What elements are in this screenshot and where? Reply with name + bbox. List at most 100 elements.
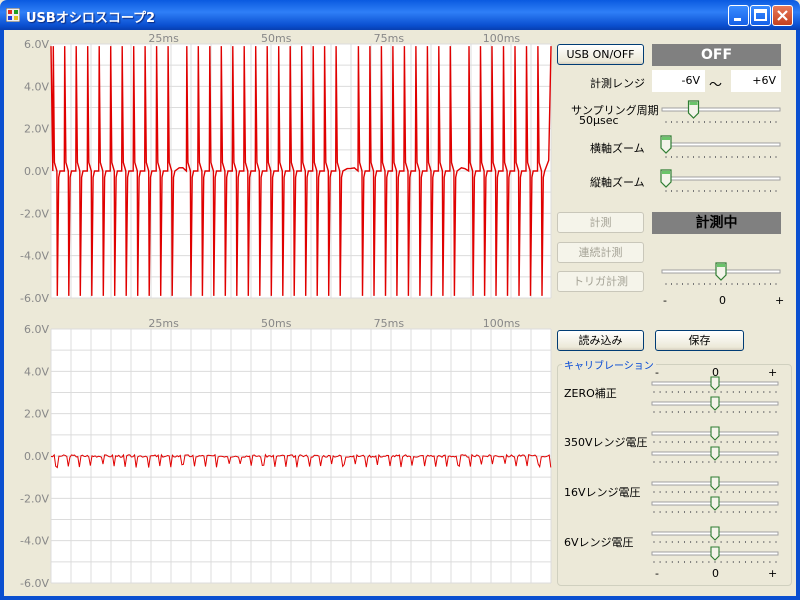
waveform-chart-top[interactable]: 6.0V 4.0V 2.0V 0.0V -2.0V -4.0V -6.0V 25ms 50ms 7…	[4, 31, 552, 307]
slider-track	[661, 176, 781, 181]
y-tick-label: -4.0V	[20, 535, 49, 548]
slider-thumb[interactable]	[710, 376, 720, 391]
measure-status-display: 計測中	[652, 212, 781, 234]
cal-label-zero: ZERO補正	[564, 387, 617, 400]
minimize-icon	[734, 18, 741, 21]
x-tick-label: 100ms	[483, 32, 521, 45]
y-tick-label: -2.0V	[20, 207, 49, 220]
y-tick-label: 6.0V	[24, 323, 49, 336]
calibration-slider[interactable]	[650, 396, 780, 418]
y-tick-label: -2.0V	[20, 492, 49, 505]
x-tick-label: 50ms	[261, 317, 292, 330]
y-tick-label: -6.0V	[20, 292, 49, 305]
slider-graphic	[651, 426, 779, 443]
slider-track	[661, 107, 781, 112]
trigger-zero-label: 0	[719, 294, 726, 307]
x-tick-label: 75ms	[374, 317, 405, 330]
slider-thumb-highlight	[662, 171, 670, 174]
x-tick-label: 50ms	[261, 32, 292, 45]
slider-graphic	[661, 100, 781, 123]
range-label: 計測レンジ	[590, 77, 645, 90]
y-tick-label: 4.0V	[24, 80, 49, 93]
window-frame-right	[796, 30, 800, 600]
x-tick-label: 25ms	[148, 317, 179, 330]
window-title: USBオシロスコープ2	[26, 11, 156, 26]
slider-thumb[interactable]	[710, 496, 720, 511]
maximize-button[interactable]	[750, 5, 771, 26]
calibration-slider[interactable]	[650, 546, 780, 568]
calibration-slider[interactable]	[650, 376, 780, 398]
slider-graphic	[651, 476, 779, 493]
sampling-value: 50μsec	[579, 114, 619, 127]
usb-on-off-button[interactable]: USB ON/OFF	[557, 44, 644, 65]
cal-zero-bottom: 0	[712, 567, 719, 580]
trigger-minus-label: -	[663, 294, 667, 307]
trigger-level-slider[interactable]	[660, 262, 782, 292]
trigger-plus-label: +	[775, 294, 785, 307]
minimize-button[interactable]	[728, 5, 749, 26]
slider-graphic	[651, 496, 779, 513]
slider-graphic	[660, 135, 781, 158]
y-tick-label: 0.0V	[24, 450, 49, 463]
save-button[interactable]: 保存	[655, 330, 744, 351]
cal-minus-bottom: -	[655, 567, 659, 580]
slider-track	[661, 142, 781, 147]
close-icon	[777, 10, 788, 21]
calibration-title: キャリブレーション	[562, 357, 656, 372]
cal-plus-bottom: +	[768, 567, 778, 580]
window-frame-bottom	[0, 596, 800, 600]
waveform-chart-bottom[interactable]: 6.0V 4.0V 2.0V 0.0V -2.0V -4.0V -6.0V 25ms 50ms 7…	[4, 316, 552, 592]
x-tick-label: 25ms	[148, 32, 179, 45]
x-tick-label: 75ms	[374, 32, 405, 45]
app-icon	[6, 8, 20, 22]
y-tick-label: -4.0V	[20, 250, 49, 263]
horizontal-zoom-slider[interactable]	[660, 135, 782, 165]
maximize-icon	[754, 9, 767, 21]
range-min-field: -6V	[652, 70, 705, 92]
calibration-slider[interactable]	[650, 446, 780, 468]
load-button[interactable]: 読み込み	[557, 330, 644, 351]
usb-status-display: OFF	[652, 44, 781, 66]
continuous-measure-button[interactable]: 連続計測	[557, 242, 644, 263]
calibration-slider[interactable]	[650, 496, 780, 518]
calibration-slider[interactable]	[650, 426, 780, 448]
y-tick-label: 2.0V	[24, 123, 49, 136]
cal-label-6v: 6Vレンジ電圧	[564, 536, 634, 549]
slider-thumb[interactable]	[710, 426, 720, 441]
slider-thumb[interactable]	[710, 546, 720, 561]
slider-thumb-highlight	[662, 137, 670, 140]
vertical-zoom-slider[interactable]	[660, 169, 782, 199]
slider-thumb[interactable]	[710, 396, 720, 411]
close-button[interactable]	[772, 5, 793, 26]
slider-graphic	[651, 376, 779, 393]
calibration-slider[interactable]	[650, 476, 780, 498]
slider-thumb-highlight	[717, 264, 725, 267]
hzoom-label: 横軸ズーム	[590, 142, 645, 155]
calibration-slider[interactable]	[650, 526, 780, 548]
slider-thumb[interactable]	[710, 446, 720, 461]
slider-thumb[interactable]	[710, 476, 720, 491]
calibration-sliders	[650, 376, 782, 568]
y-tick-label: -6.0V	[20, 577, 49, 590]
x-tick-label: 100ms	[483, 317, 521, 330]
y-tick-label: 0.0V	[24, 165, 49, 178]
slider-graphic	[651, 526, 779, 543]
slider-graphic	[661, 262, 781, 285]
slider-graphic	[651, 546, 779, 563]
slider-graphic	[651, 446, 779, 463]
slider-thumb-highlight	[689, 102, 698, 105]
slider-graphic	[660, 169, 781, 192]
range-max-field: +6V	[731, 70, 781, 92]
cal-label-16v: 16Vレンジ電圧	[564, 486, 641, 499]
slider-graphic	[651, 396, 779, 413]
y-tick-label: 2.0V	[24, 408, 49, 421]
measure-button[interactable]: 計測	[557, 212, 644, 233]
y-tick-label: 6.0V	[24, 38, 49, 51]
range-separator: 〜	[709, 78, 723, 93]
slider-thumb[interactable]	[710, 526, 720, 541]
sampling-slider[interactable]	[660, 100, 782, 130]
vzoom-label: 縦軸ズーム	[590, 176, 645, 189]
cal-label-350v: 350Vレンジ電圧	[564, 436, 648, 449]
trigger-measure-button[interactable]: トリガ計測	[557, 271, 644, 292]
y-tick-label: 4.0V	[24, 365, 49, 378]
